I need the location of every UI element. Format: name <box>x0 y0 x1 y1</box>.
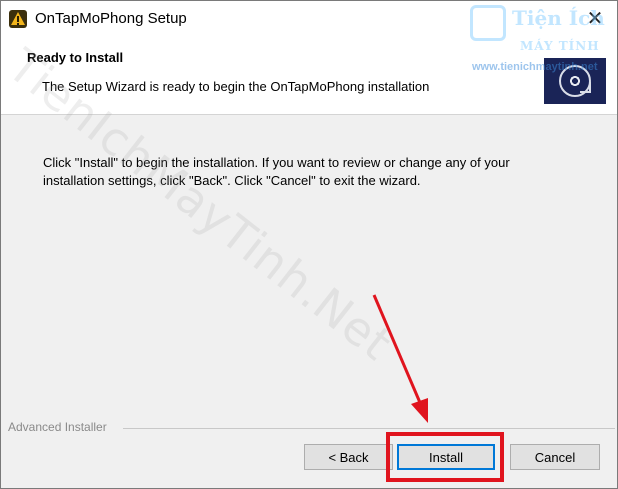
setup-window: OnTapMoPhong Setup ✕ Ready to Install Th… <box>0 0 618 489</box>
title-bar[interactable]: OnTapMoPhong Setup ✕ <box>1 1 617 37</box>
footer-divider <box>123 428 615 429</box>
wizard-header: Ready to Install The Setup Wizard is rea… <box>1 37 617 115</box>
close-button[interactable]: ✕ <box>573 3 617 35</box>
advanced-installer-label: Advanced Installer <box>8 420 107 434</box>
page-title: Ready to Install <box>27 50 124 65</box>
install-disc-icon <box>544 58 606 104</box>
app-warning-icon <box>9 10 27 28</box>
cancel-button[interactable]: Cancel <box>510 444 600 470</box>
instructions-text: Click "Install" to begin the installatio… <box>43 155 510 188</box>
install-button[interactable]: Install <box>397 444 495 470</box>
page-subtitle: The Setup Wizard is ready to begin the O… <box>42 79 430 94</box>
window-title: OnTapMoPhong Setup <box>35 10 187 27</box>
back-button[interactable]: < Back <box>304 444 393 470</box>
